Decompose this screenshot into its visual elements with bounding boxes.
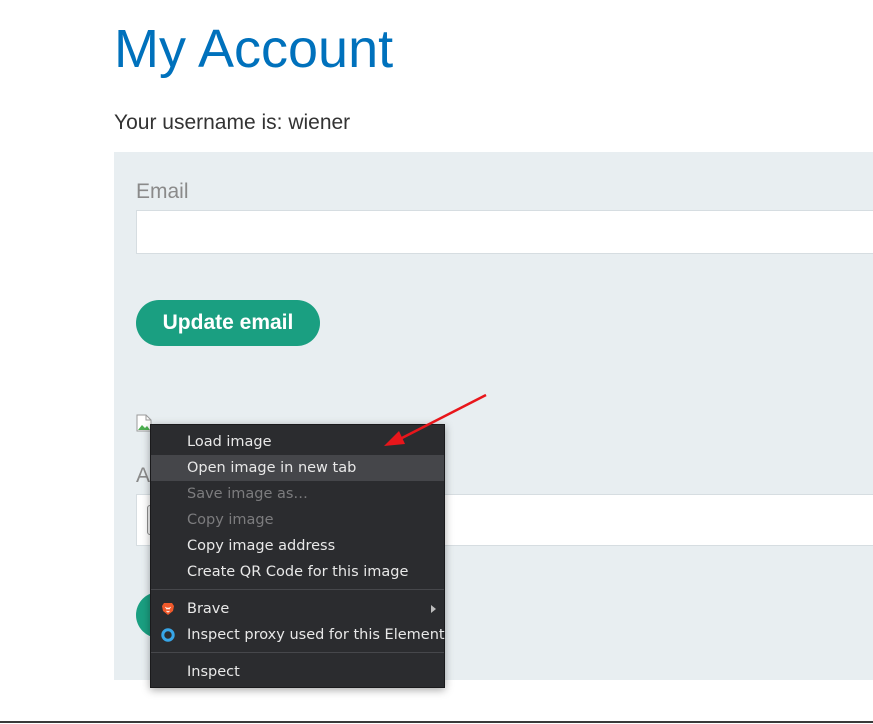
menu-separator (151, 589, 444, 590)
menu-item-load-image[interactable]: Load image (151, 429, 444, 455)
menu-item-create-qr-code[interactable]: Create QR Code for this image (151, 559, 444, 585)
menu-item-save-image-as: Save image as… (187, 486, 308, 502)
second-field-label: A (136, 464, 151, 487)
email-input[interactable] (136, 210, 873, 254)
menu-item-inspect-proxy-label: Inspect proxy used for this Element (187, 627, 445, 643)
bottom-divider (0, 721, 873, 723)
menu-item-inspect-proxy[interactable]: Inspect proxy used for this Element (151, 622, 445, 648)
username-text: Your username is: wiener (114, 111, 351, 134)
update-email-button[interactable]: Update email (136, 300, 320, 346)
menu-item-brave-label: Brave (187, 601, 230, 617)
menu-item-copy-image: Copy image (187, 512, 274, 528)
menu-item-copy-image-address[interactable]: Copy image address (151, 533, 444, 559)
proxy-ring-icon (161, 628, 175, 642)
menu-item-open-image-new-tab[interactable]: Open image in new tab (151, 455, 444, 481)
context-menu: Load image Open image in new tab Save im… (150, 424, 445, 688)
menu-separator (151, 652, 444, 653)
page-title: My Account (114, 19, 394, 79)
menu-item-brave[interactable]: Brave (151, 596, 444, 622)
submenu-arrow-icon (431, 605, 436, 613)
email-label: Email (136, 180, 189, 203)
brave-lion-icon (162, 603, 174, 615)
menu-item-inspect[interactable]: Inspect (151, 659, 444, 685)
